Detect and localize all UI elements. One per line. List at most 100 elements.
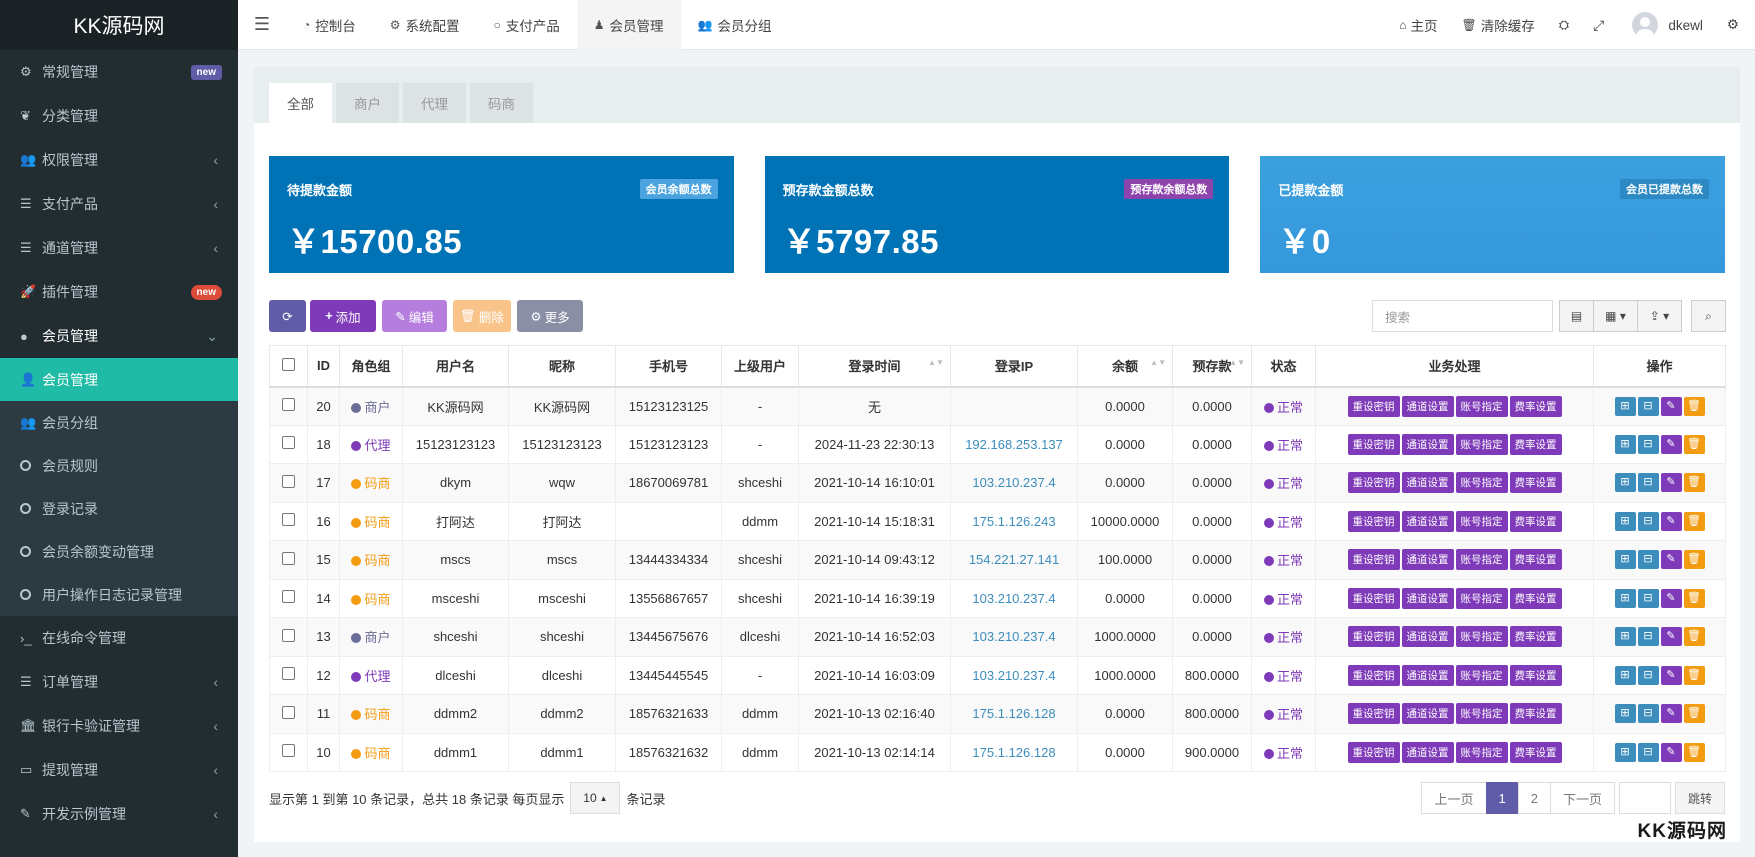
ip-link[interactable]: 175.1.126.128: [972, 745, 1055, 760]
ip-link[interactable]: 192.168.253.137: [965, 437, 1063, 452]
language-icon[interactable]: ⛭: [1547, 17, 1581, 33]
collapse-icon[interactable]: ⊟: [1637, 550, 1659, 570]
filter-tab-2[interactable]: 代理: [403, 83, 466, 123]
action-button-1[interactable]: 通道设置: [1401, 395, 1454, 417]
action-button-2[interactable]: 账号指定: [1455, 664, 1508, 686]
column-header[interactable]: 登录时间 ▲▼: [798, 345, 951, 388]
delete-icon[interactable]: 🗑: [1683, 665, 1705, 685]
delete-icon[interactable]: 🗑: [1683, 742, 1705, 762]
action-button-0[interactable]: 重设密钥: [1347, 587, 1400, 609]
edit-icon[interactable]: ✎: [1660, 704, 1682, 724]
settings-gear-icon[interactable]: ⚙: [1715, 17, 1755, 33]
action-button-3[interactable]: 费率设置: [1509, 549, 1562, 571]
next-page-button[interactable]: 下一页: [1549, 782, 1615, 814]
action-button-2[interactable]: 账号指定: [1455, 510, 1508, 532]
action-button-0[interactable]: 重设密钥: [1347, 395, 1400, 417]
expand-icon[interactable]: ⊞: [1614, 511, 1636, 531]
collapse-icon[interactable]: ⊟: [1637, 704, 1659, 724]
action-button-1[interactable]: 通道设置: [1401, 626, 1454, 648]
action-button-3[interactable]: 费率设置: [1509, 587, 1562, 609]
delete-icon[interactable]: 🗑: [1683, 473, 1705, 493]
edit-icon[interactable]: ✎: [1660, 396, 1682, 416]
refresh-button[interactable]: ⟳: [269, 300, 306, 332]
menu-toggle-icon[interactable]: ☰: [238, 0, 286, 50]
edit-icon[interactable]: ✎: [1660, 742, 1682, 762]
ip-link[interactable]: 103.210.237.4: [972, 629, 1055, 644]
toggle-view-button[interactable]: ▤: [1559, 300, 1594, 332]
fullscreen-icon[interactable]: ⤢: [1581, 17, 1616, 34]
action-button-3[interactable]: 费率设置: [1509, 472, 1562, 494]
action-button-3[interactable]: 费率设置: [1509, 664, 1562, 686]
page-size-select[interactable]: 10 ▲: [570, 782, 621, 814]
home-link[interactable]: ⌂ 主页: [1387, 15, 1449, 35]
action-button-3[interactable]: 费率设置: [1509, 626, 1562, 648]
action-button-1[interactable]: 通道设置: [1401, 664, 1454, 686]
action-button-1[interactable]: 通道设置: [1401, 510, 1454, 532]
delete-icon[interactable]: 🗑: [1683, 511, 1705, 531]
column-header[interactable]: 余额 ▲▼: [1077, 345, 1173, 388]
collapse-icon[interactable]: ⊟: [1637, 588, 1659, 608]
collapse-icon[interactable]: ⊟: [1637, 627, 1659, 647]
add-button[interactable]: + 添加: [310, 300, 376, 332]
action-button-0[interactable]: 重设密钥: [1347, 741, 1400, 763]
edit-icon[interactable]: ✎: [1660, 511, 1682, 531]
sidebar-item-bank-2[interactable]: 🏛 银行卡验证管理 ‹: [0, 704, 238, 748]
row-checkbox[interactable]: [282, 398, 295, 411]
action-button-0[interactable]: 重设密钥: [1347, 472, 1400, 494]
action-button-0[interactable]: 重设密钥: [1347, 703, 1400, 725]
sidebar-item-list-4[interactable]: ☰ 通道管理 ‹: [0, 226, 238, 270]
action-button-1[interactable]: 通道设置: [1401, 549, 1454, 571]
sidebar-item-list-3[interactable]: ☰ 支付产品 ‹: [0, 182, 238, 226]
expand-icon[interactable]: ⊞: [1614, 742, 1636, 762]
action-button-2[interactable]: 账号指定: [1455, 395, 1508, 417]
sidebar-item-circle-2[interactable]: 会员规则: [0, 444, 238, 487]
expand-icon[interactable]: ⊞: [1614, 434, 1636, 454]
edit-icon[interactable]: ✎: [1660, 588, 1682, 608]
sidebar-item-users-1[interactable]: 👥 会员分组: [0, 401, 238, 444]
delete-icon[interactable]: 🗑: [1683, 550, 1705, 570]
collapse-icon[interactable]: ⊟: [1637, 742, 1659, 762]
action-button-2[interactable]: 账号指定: [1455, 472, 1508, 494]
sidebar-item-group-2[interactable]: 👥 权限管理 ‹: [0, 138, 238, 182]
search-button[interactable]: ⌕: [1691, 300, 1726, 332]
row-checkbox[interactable]: [282, 436, 295, 450]
sidebar-item-terminal-0[interactable]: ›_ 在线命令管理: [0, 616, 238, 660]
row-checkbox[interactable]: [282, 667, 295, 681]
action-button-2[interactable]: 账号指定: [1455, 626, 1508, 648]
export-button[interactable]: ⇪ ▾: [1637, 300, 1682, 332]
expand-icon[interactable]: ⊞: [1614, 588, 1636, 608]
row-checkbox[interactable]: [282, 551, 295, 565]
edit-button[interactable]: ✎ 编辑: [382, 300, 447, 332]
action-button-1[interactable]: 通道设置: [1401, 587, 1454, 609]
row-checkbox[interactable]: [282, 628, 295, 642]
nav-tab-1[interactable]: ⚙ 系统配置: [373, 0, 477, 50]
expand-icon[interactable]: ⊞: [1614, 473, 1636, 493]
app-logo[interactable]: KK源码网: [0, 0, 238, 50]
edit-icon[interactable]: ✎: [1660, 665, 1682, 685]
sidebar-item-leaf-1[interactable]: ❦ 分类管理: [0, 94, 238, 138]
action-button-2[interactable]: 账号指定: [1455, 741, 1508, 763]
jump-button[interactable]: 跳转: [1674, 782, 1725, 814]
action-button-3[interactable]: 费率设置: [1509, 741, 1562, 763]
sidebar-item-magic-4[interactable]: ✎ 开发示例管理 ‹: [0, 792, 238, 836]
prev-page-button[interactable]: 上一页: [1421, 782, 1487, 814]
edit-icon[interactable]: ✎: [1660, 473, 1682, 493]
action-button-0[interactable]: 重设密钥: [1347, 626, 1400, 648]
row-checkbox[interactable]: [282, 474, 295, 488]
select-all-checkbox[interactable]: [282, 357, 295, 371]
collapse-icon[interactable]: ⊟: [1637, 473, 1659, 493]
delete-icon[interactable]: 🗑: [1683, 704, 1705, 724]
action-button-3[interactable]: 费率设置: [1509, 395, 1562, 417]
sidebar-item-cogs-0[interactable]: ⚙ 常规管理 new: [0, 50, 238, 94]
filter-tab-1[interactable]: 商户: [336, 83, 399, 123]
action-button-3[interactable]: 费率设置: [1509, 510, 1562, 532]
action-button-0[interactable]: 重设密钥: [1347, 549, 1400, 571]
action-button-0[interactable]: 重设密钥: [1347, 433, 1400, 455]
action-button-1[interactable]: 通道设置: [1401, 472, 1454, 494]
action-button-2[interactable]: 账号指定: [1455, 433, 1508, 455]
ip-link[interactable]: 175.1.126.128: [972, 706, 1055, 721]
delete-icon[interactable]: 🗑: [1683, 588, 1705, 608]
sidebar-item-list-1[interactable]: ☰ 订单管理 ‹: [0, 660, 238, 704]
nav-tab-4[interactable]: 👥 会员分组: [681, 0, 789, 50]
action-button-2[interactable]: 账号指定: [1455, 587, 1508, 609]
